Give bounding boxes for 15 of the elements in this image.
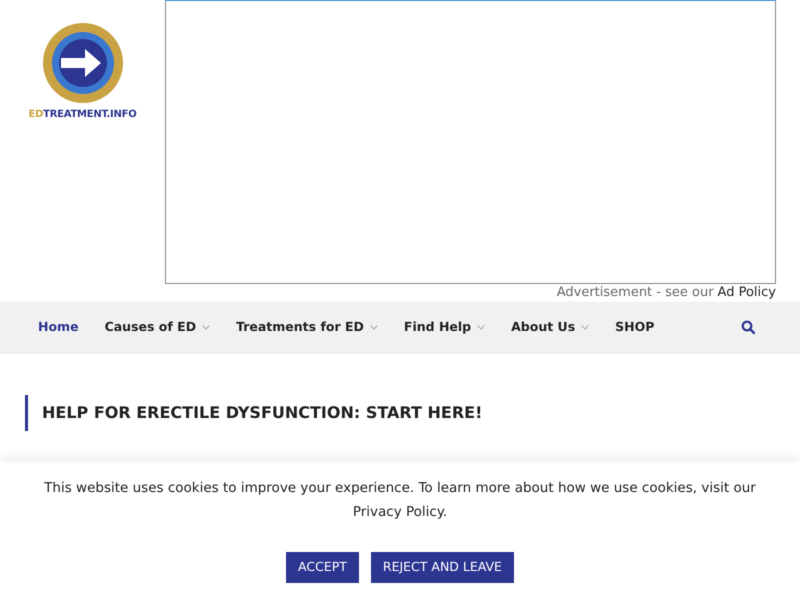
nav-link[interactable]: Treatments for ED: [236, 318, 378, 336]
cookie-button[interactable]: REJECT AND LEAVE: [370, 552, 514, 583]
page-heading: HELP FOR ERECTILE DYSFUNCTION: START HERE!: [42, 402, 482, 424]
logo-icon[interactable]: [42, 23, 122, 103]
ad-label: Advertisement - see our: [556, 284, 714, 302]
nav-link[interactable]: SHOP: [615, 318, 654, 336]
nav-link[interactable]: About Us: [511, 318, 590, 336]
ad-policy-link[interactable]: Ad Policy: [718, 284, 776, 302]
nav-link[interactable]: Find Help: [404, 318, 486, 336]
nav-link[interactable]: Home: [38, 318, 79, 336]
search-icon[interactable]: [741, 320, 755, 334]
cookie-message: This website uses cookies to improve your experience. To learn more about how we use cookies, visit our Privacy Policy.: [43, 479, 757, 522]
cookie-button[interactable]: ACCEPT: [286, 552, 359, 583]
nav-link[interactable]: Causes of ED: [104, 318, 210, 336]
logo-text[interactable]: EDTREATMENT.INFO: [28, 107, 136, 122]
